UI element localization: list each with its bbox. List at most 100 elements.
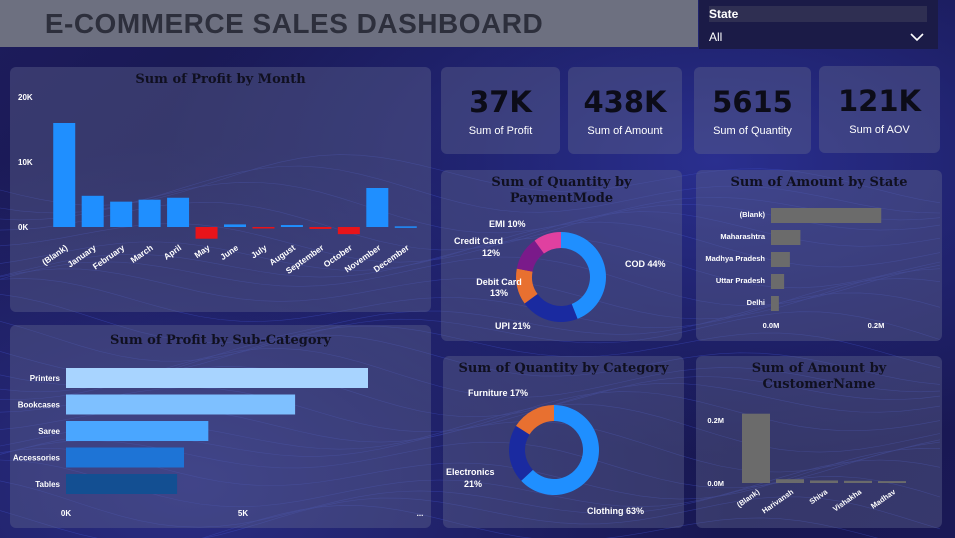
y-tick-label: Madhya Pradesh xyxy=(705,254,765,263)
bar xyxy=(771,274,785,289)
x-tick-label: Madhav xyxy=(869,487,898,511)
amount-by-customer-panel[interactable]: Sum of Amount by CustomerName 0.2M 0.0M (B… xyxy=(696,356,942,528)
bar xyxy=(66,474,178,494)
bar xyxy=(771,252,790,267)
profit-by-subcategory-chart: Printers Bookcases Saree Accessories Tables 0… xyxy=(13,368,424,518)
slice-label: EMI 10% xyxy=(489,219,526,229)
kpi-label: Sum of AOV xyxy=(849,123,910,136)
x-tick-label: 5K xyxy=(238,509,248,518)
slice-label: 12% xyxy=(482,248,500,258)
bar xyxy=(878,481,906,483)
slice-label: Credit Card xyxy=(454,236,503,246)
bar xyxy=(776,479,804,483)
bar xyxy=(66,421,209,441)
bar xyxy=(771,208,882,223)
bar xyxy=(167,197,190,227)
bar xyxy=(224,224,246,227)
kpi-card-amount[interactable]: 438K Sum of Amount xyxy=(568,67,682,154)
x-tick-label: 0.2M xyxy=(868,321,885,330)
bar xyxy=(366,188,389,227)
state-slicer-dropdown[interactable]: All xyxy=(709,30,928,44)
bar xyxy=(81,195,104,227)
kpi-card-quantity[interactable]: 5615 Sum of Quantity xyxy=(694,67,811,154)
bar xyxy=(280,225,303,227)
kpi-card-aov[interactable]: 121K Sum of AOV xyxy=(819,66,940,153)
slice xyxy=(524,294,578,322)
quantity-by-paymentmode-panel[interactable]: Sum of Quantity by PaymentMode COD 44% UP… xyxy=(441,170,682,341)
kpi-label: Sum of Profit xyxy=(468,124,533,137)
slice-label: UPI 21% xyxy=(495,321,531,331)
profit-by-month-panel[interactable]: Sum of Profit by Month 20K 10K 0K (Blank) Ja… xyxy=(10,67,431,312)
state-slicer-value: All xyxy=(709,30,723,44)
kpi-value: 121K xyxy=(837,83,921,118)
amount-by-state-chart: (Blank) Maharashtra Madhya Pradesh Uttar Pr… xyxy=(705,208,885,330)
bar xyxy=(309,227,332,229)
kpi-value: 438K xyxy=(583,84,667,119)
y-tick-label: (Blank) xyxy=(740,210,766,219)
profit-by-month-chart: 20K10K0K(Blank)JanuaryFebruary March April… xyxy=(18,93,417,276)
y-tick-label: 10K xyxy=(18,158,33,167)
state-slicer[interactable]: State All xyxy=(699,0,938,49)
slice-label: Debit Card xyxy=(476,277,522,287)
amount-by-customer-chart: 0.2M 0.0M (Blank) Harivansh Shiva Vishakha Mad… xyxy=(707,413,906,515)
y-tick-label: 0.2M xyxy=(707,416,724,425)
x-tick-label: June xyxy=(218,242,240,262)
slice-label: 13% xyxy=(490,288,508,298)
bar xyxy=(742,413,770,483)
y-tick-label: Saree xyxy=(38,427,60,436)
y-tick-label: 0K xyxy=(18,223,28,232)
y-tick-label: Accessories xyxy=(13,454,61,463)
bar xyxy=(138,199,161,227)
x-tick-label: (Blank) xyxy=(40,242,69,267)
bar xyxy=(110,201,133,227)
amount-by-state-panel[interactable]: Sum of Amount by State (Blank) Maharashtr… xyxy=(696,170,942,341)
bar xyxy=(810,480,838,483)
kpi-label: Sum of Quantity xyxy=(713,124,792,137)
dashboard-title: E-COMMERCE SALES DASHBOARD xyxy=(44,7,544,39)
bar xyxy=(195,227,218,239)
profit-by-subcategory-panel[interactable]: Sum of Profit by Sub-Category Printers Bo… xyxy=(10,325,431,528)
bar xyxy=(771,296,779,311)
bar xyxy=(66,447,185,468)
kpi-card-profit[interactable]: 37K Sum of Profit xyxy=(441,67,560,154)
bar xyxy=(53,123,76,227)
chart-title: Sum of Profit by Sub-Category xyxy=(110,333,331,348)
bar xyxy=(844,480,872,483)
x-tick-label: April xyxy=(162,242,184,261)
x-tick-label: February xyxy=(91,242,127,271)
slice-label: Clothing 63% xyxy=(587,506,644,516)
kpi-label: Sum of Amount xyxy=(587,124,663,137)
y-tick-label: Uttar Pradesh xyxy=(716,276,766,285)
state-slicer-label: State xyxy=(709,6,927,22)
y-tick-label: 20K xyxy=(18,93,33,102)
quantity-by-category-panel[interactable]: Sum of Quantity by Category Clothing 63%… xyxy=(443,356,684,528)
y-tick-label: Tables xyxy=(35,480,60,489)
x-tick-label: Shiva xyxy=(808,487,830,506)
x-tick-label: (Blank) xyxy=(735,487,761,509)
chevron-down-icon xyxy=(910,33,924,42)
x-tick-label: May xyxy=(192,242,212,260)
x-tick-label: July xyxy=(249,242,269,260)
slice-label: Electronics xyxy=(446,467,495,477)
x-tick-label: ... xyxy=(417,509,424,518)
bar xyxy=(337,227,360,235)
bar xyxy=(66,394,296,415)
kpi-value: 5615 xyxy=(712,84,793,119)
y-tick-label: Bookcases xyxy=(18,401,61,410)
y-tick-label: Delhi xyxy=(747,298,765,307)
x-tick-label: Harivansh xyxy=(760,487,795,515)
dashboard-title-bar: E-COMMERCE SALES DASHBOARD xyxy=(0,0,698,47)
bar xyxy=(394,226,417,228)
quantity-by-paymentmode-chart: COD 44% UPI 21% Debit Card13% Credit Card 12… xyxy=(454,219,666,331)
slice-label: 21% xyxy=(464,479,482,489)
kpi-value: 37K xyxy=(469,84,532,119)
slice-label: Furniture 17% xyxy=(468,388,528,398)
y-tick-label: 0.0M xyxy=(707,479,724,488)
x-tick-label: 0K xyxy=(61,509,71,518)
chart-title: Sum of Amount by State xyxy=(730,175,908,190)
chart-title: Sum of Profit by Month xyxy=(135,72,306,87)
y-tick-label: Printers xyxy=(30,374,61,383)
bar xyxy=(66,368,368,388)
y-tick-label: Maharashtra xyxy=(720,232,765,241)
bar xyxy=(771,230,801,245)
